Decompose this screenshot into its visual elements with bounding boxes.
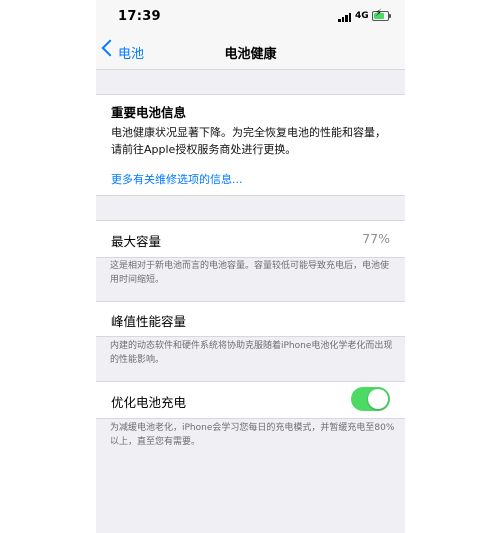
status-time: 17:39 <box>118 9 161 24</box>
repair-options-link[interactable]: 更多有关维修选项的信息... <box>111 171 243 187</box>
page-title: 电池健康 <box>224 47 277 62</box>
optimized-charging-row: 优化电池充电 <box>96 381 405 419</box>
battery-cap <box>389 14 391 18</box>
status-bar: 17:39 4G ⚡ <box>96 0 405 36</box>
peak-performance-footer: 内建的动态软件和硬件系统将协助克服随着iPhone电池化学老化而出现的性能影响。 <box>110 341 393 365</box>
signal-icon <box>338 13 351 22</box>
max-capacity-label: 最大容量 <box>111 234 162 249</box>
max-capacity-value: 77% <box>362 231 390 246</box>
peak-performance-row: 峰值性能容量 <box>96 301 405 337</box>
optimized-charging-label: 优化电池充电 <box>111 395 187 410</box>
toggle-knob <box>368 389 388 409</box>
network-type: 4G <box>355 11 369 21</box>
optimized-charging-toggle[interactable] <box>351 387 390 411</box>
phone-screen: 17:39 4G ⚡ 电池 电池健康 重要电池信息 电池健康状况显著下降。为完全… <box>96 0 405 533</box>
optimized-charging-footer: 为减缓电池老化，iPhone会学习您每日的充电模式，并暂缓充电至80%以上，直至… <box>110 423 395 447</box>
info-title: 重要电池信息 <box>111 105 187 120</box>
battery-info-card: 重要电池信息 电池健康状况显著下降。为完全恢复电池的性能和容量，请前往Apple… <box>96 94 405 196</box>
peak-performance-label: 峰值性能容量 <box>111 314 187 329</box>
charging-bolt-icon: ⚡ <box>375 8 383 19</box>
info-body: 电池健康状况显著下降。为完全恢复电池的性能和容量，请前往Apple授权服务商处进… <box>111 126 386 156</box>
navigation-bar: 电池 电池健康 <box>96 36 405 70</box>
max-capacity-row: 最大容量 77% <box>96 220 405 258</box>
max-capacity-footer: 这是相对于新电池而言的电池容量。容量较低可能导致充电后，电池使用时间缩短。 <box>110 261 390 285</box>
